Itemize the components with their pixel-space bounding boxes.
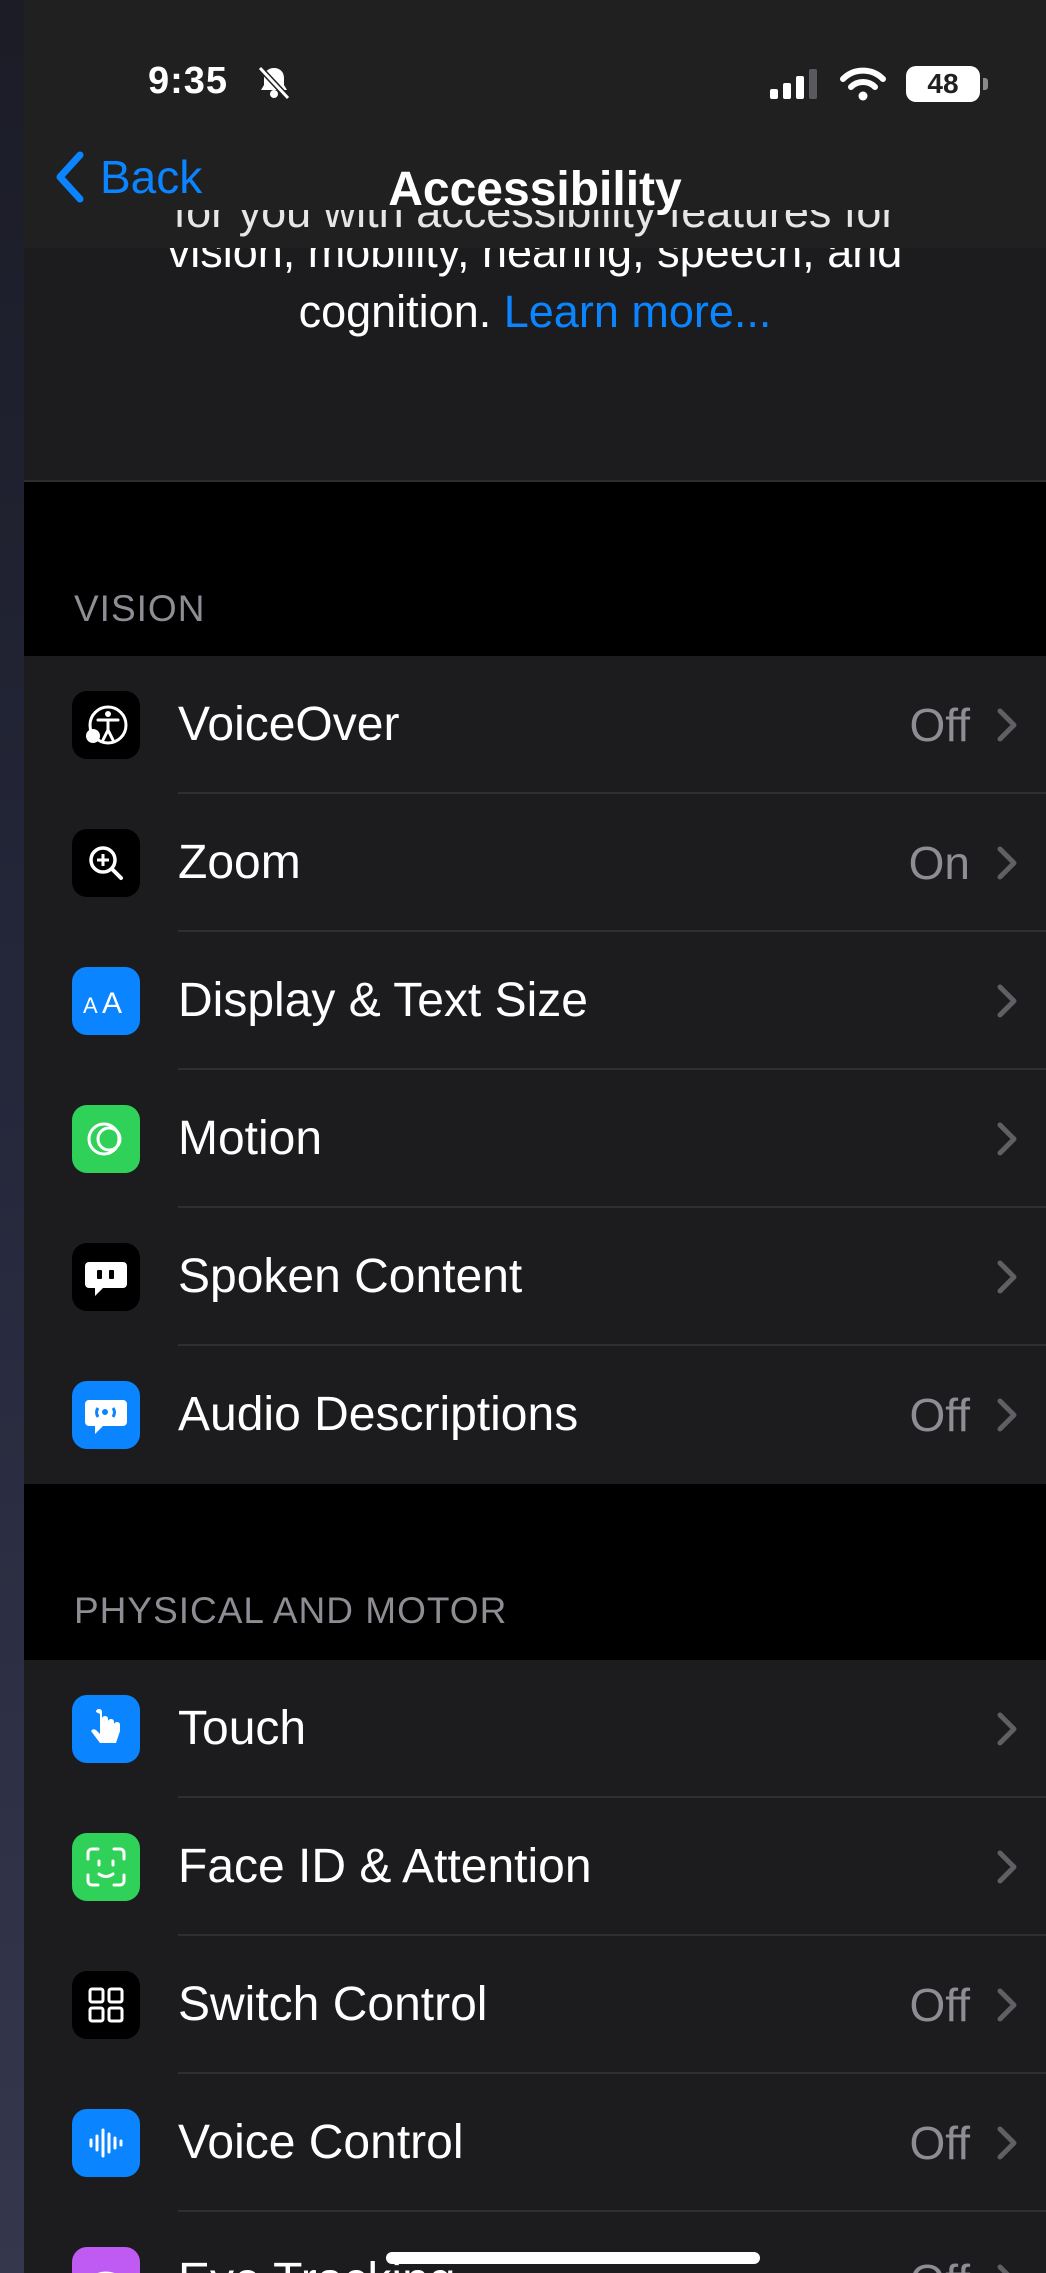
switch-control-icon	[72, 1971, 140, 2039]
phone-screen: 9:35 48 Back Accessibility for you with …	[24, 0, 1046, 2273]
home-indicator[interactable]	[386, 2252, 760, 2264]
voiceover-icon	[72, 691, 140, 759]
row-label: Zoom	[178, 836, 301, 889]
row-spoken-content[interactable]: Spoken Content	[24, 1208, 1046, 1346]
voice-control-icon	[72, 2109, 140, 2177]
motion-icon	[72, 1105, 140, 1173]
intro-description: vision, mobility, hearing, speech, and c…	[24, 210, 1046, 482]
row-display-text-size[interactable]: A A Display & Text Size	[24, 932, 1046, 1070]
row-label: Switch Control	[178, 1978, 488, 2031]
row-label: Voice Control	[178, 2116, 464, 2169]
row-label: Face ID & Attention	[178, 1840, 592, 1893]
zoom-icon	[72, 829, 140, 897]
chevron-right-icon	[997, 1988, 1017, 2022]
row-label: Audio Descriptions	[178, 1388, 579, 1441]
eye-tracking-icon	[72, 2247, 140, 2273]
chevron-right-icon	[997, 708, 1017, 742]
svg-text:A: A	[102, 987, 122, 1020]
row-switch-control[interactable]: Switch Control Off	[24, 1936, 1046, 2074]
row-label: Spoken Content	[178, 1250, 523, 1303]
row-value: On	[908, 837, 970, 889]
row-value: Off	[909, 2212, 970, 2273]
row-face-id-attention[interactable]: Face ID & Attention	[24, 1798, 1046, 1936]
status-indicators: 48	[770, 66, 988, 102]
row-voiceover[interactable]: VoiceOver Off	[24, 656, 1046, 794]
intro-partial-text: for you with accessibility features for	[173, 210, 897, 237]
chevron-right-icon	[997, 1850, 1017, 1884]
intro-partial-line: for you with accessibility features for	[24, 210, 1046, 248]
vision-group: VoiceOver Off Zoom On A A Display & Text…	[24, 656, 1046, 1484]
chevron-right-icon	[997, 984, 1017, 1018]
row-zoom[interactable]: Zoom On	[24, 794, 1046, 932]
learn-more-link[interactable]: Learn more...	[504, 286, 772, 337]
row-value: Off	[909, 699, 970, 751]
row-value: Off	[909, 1389, 970, 1441]
spoken-content-icon	[72, 1243, 140, 1311]
row-value: Off	[909, 2117, 970, 2169]
row-label: Motion	[178, 1112, 323, 1165]
silent-mode-icon	[257, 65, 291, 101]
chevron-right-icon	[997, 846, 1017, 880]
chevron-right-icon	[997, 1122, 1017, 1156]
row-label: Touch	[178, 1702, 307, 1755]
chevron-right-icon	[997, 2264, 1010, 2273]
status-time: 9:35	[148, 60, 229, 102]
touch-icon	[72, 1695, 140, 1763]
svg-text:A: A	[83, 993, 98, 1018]
face-id-icon	[72, 1833, 140, 1901]
battery-indicator: 48	[906, 66, 988, 102]
section-header-physical-motor: PHYSICAL AND MOTOR	[74, 1590, 508, 1631]
physical-motor-group: Touch Face ID & Attention Switch Control…	[24, 1660, 1046, 2273]
row-motion[interactable]: Motion	[24, 1070, 1046, 1208]
row-label: Display & Text Size	[178, 974, 588, 1027]
row-voice-control[interactable]: Voice Control Off	[24, 2074, 1046, 2212]
chevron-right-icon	[997, 1712, 1017, 1746]
cellular-signal-icon	[770, 69, 817, 99]
audio-descriptions-icon	[72, 1381, 140, 1449]
row-value: Off	[909, 1979, 970, 2031]
section-header-vision: VISION	[74, 588, 206, 629]
text-size-icon: A A	[72, 967, 140, 1035]
chevron-right-icon	[997, 2126, 1017, 2160]
row-touch[interactable]: Touch	[24, 1660, 1046, 1798]
row-label: VoiceOver	[178, 698, 400, 751]
wifi-icon	[840, 67, 886, 101]
row-audio-descriptions[interactable]: Audio Descriptions Off	[24, 1346, 1046, 1484]
chevron-right-icon	[997, 1398, 1017, 1432]
chevron-right-icon	[997, 1260, 1017, 1294]
page-title: Accessibility	[388, 163, 682, 216]
